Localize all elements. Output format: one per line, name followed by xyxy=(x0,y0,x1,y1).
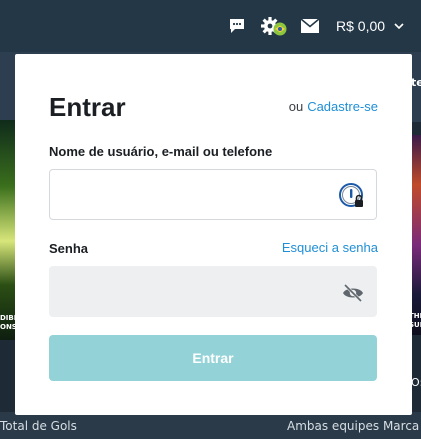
mail-icon[interactable] xyxy=(300,18,320,34)
login-submit-button[interactable]: Entrar xyxy=(49,335,377,381)
background-promo-text-left: DIBI ONSA xyxy=(0,314,16,331)
background-market-total-gols: Total de Gols xyxy=(0,419,77,433)
forgot-password-link[interactable]: Esqueci a senha xyxy=(282,240,378,255)
gear-icon[interactable] xyxy=(260,14,288,38)
background-market-ambas: Ambas equipes Marca xyxy=(287,419,420,433)
username-label: Nome de usuário, e-mail ou telefone xyxy=(49,144,273,159)
signup-or-text: ou xyxy=(288,99,304,114)
signup-prompt: ou Cadastre-se xyxy=(289,99,378,114)
username-input[interactable] xyxy=(50,170,376,219)
login-modal: Entrar ou Cadastre-se Nome de usuário, e-… xyxy=(15,54,412,415)
password-manager-icon[interactable] xyxy=(338,182,366,210)
chat-icon[interactable] xyxy=(228,17,246,35)
signup-link[interactable]: Cadastre-se xyxy=(307,99,378,114)
password-input[interactable] xyxy=(50,267,376,316)
password-label: Senha xyxy=(49,241,89,256)
balance-display[interactable]: R$ 0,00 xyxy=(336,18,385,34)
header-actions: R$ 0,00 xyxy=(228,14,405,38)
eye-slash-icon[interactable] xyxy=(342,283,364,303)
login-title: Entrar xyxy=(49,92,126,122)
badge-flag-icon xyxy=(273,22,287,36)
chevron-down-icon[interactable] xyxy=(393,20,405,32)
background-promo-art-left xyxy=(0,120,16,340)
password-field-wrapper xyxy=(49,266,377,317)
username-field-wrapper xyxy=(49,169,377,220)
background-right-top-text: te xyxy=(411,76,421,89)
background-right-mid-text: O: xyxy=(411,376,421,389)
